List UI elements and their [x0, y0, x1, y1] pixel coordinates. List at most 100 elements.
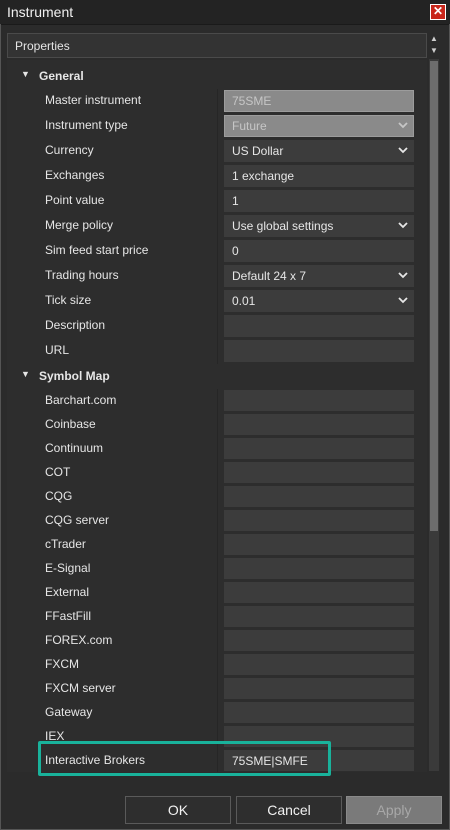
- column-divider: [217, 701, 218, 725]
- property-row: CQG: [7, 485, 427, 509]
- property-label: COT: [45, 465, 71, 479]
- property-label: CQG server: [45, 513, 110, 527]
- column-divider: [217, 389, 218, 413]
- column-divider: [217, 89, 218, 114]
- property-value-field[interactable]: [224, 606, 414, 627]
- property-row: URL: [7, 339, 427, 364]
- property-value-field[interactable]: 0.01: [224, 290, 414, 312]
- scrollbar-thumb[interactable]: [430, 61, 438, 531]
- property-value-field[interactable]: [224, 678, 414, 699]
- chevron-down-icon: [398, 119, 408, 131]
- property-row: FXCM: [7, 653, 427, 677]
- column-divider: [217, 289, 218, 314]
- property-row: E-Signal: [7, 557, 427, 581]
- property-value-field[interactable]: US Dollar: [224, 140, 414, 162]
- property-label: FFastFill: [45, 609, 91, 623]
- ok-button[interactable]: OK: [125, 796, 231, 824]
- property-label: URL: [45, 343, 70, 357]
- property-row: Barchart.com: [7, 389, 427, 413]
- property-value-field[interactable]: 1: [224, 190, 414, 212]
- property-value-field[interactable]: [224, 654, 414, 675]
- properties-header-label: Properties: [15, 39, 70, 53]
- property-value-field[interactable]: [224, 582, 414, 603]
- property-value-field[interactable]: Use global settings: [224, 215, 414, 237]
- property-value-field: Future: [224, 115, 414, 137]
- property-value-field[interactable]: [224, 315, 414, 337]
- property-label: Barchart.com: [45, 393, 117, 407]
- property-row: cTrader: [7, 533, 427, 557]
- property-value-field[interactable]: [224, 534, 414, 555]
- collapse-caret-icon[interactable]: ▼: [21, 69, 30, 79]
- property-value-field[interactable]: Default 24 x 7: [224, 265, 414, 287]
- property-label: Sim feed start price: [45, 243, 149, 257]
- chevron-down-icon[interactable]: [398, 219, 408, 231]
- chevron-down-icon[interactable]: [398, 294, 408, 306]
- scrollbar[interactable]: ▲ ▼: [427, 33, 441, 773]
- property-row: Instrument type Future: [7, 114, 427, 139]
- collapse-caret-icon[interactable]: ▼: [21, 369, 30, 379]
- property-label: Gateway: [45, 705, 93, 719]
- property-label: Master instrument: [45, 93, 142, 107]
- chevron-down-icon[interactable]: [398, 144, 408, 156]
- column-divider: [217, 653, 218, 677]
- column-divider: [217, 437, 218, 461]
- cancel-button[interactable]: Cancel: [236, 796, 342, 824]
- property-row: Currency US Dollar: [7, 139, 427, 164]
- property-label: cTrader: [45, 537, 86, 551]
- property-value-field[interactable]: [224, 414, 414, 435]
- column-divider: [217, 605, 218, 629]
- property-grid: ▼ General Master instrument 75SME Instrument…: [7, 60, 427, 772]
- group-label: General: [39, 69, 84, 83]
- property-row: Point value 1: [7, 189, 427, 214]
- property-value-field[interactable]: 1 exchange: [224, 165, 414, 187]
- property-value-field[interactable]: [224, 558, 414, 579]
- property-row: Trading hours Default 24 x 7: [7, 264, 427, 289]
- property-row: COT: [7, 461, 427, 485]
- property-label: FXCM server: [45, 681, 116, 695]
- scroll-up-icon[interactable]: ▲: [427, 33, 441, 45]
- property-value-field[interactable]: [224, 390, 414, 411]
- property-label: CQG: [45, 489, 73, 503]
- column-divider: [217, 264, 218, 289]
- property-value-field[interactable]: [224, 486, 414, 507]
- property-value: 1: [232, 194, 239, 208]
- property-value: 1 exchange: [232, 169, 295, 183]
- property-row: Description: [7, 314, 427, 339]
- property-label: Instrument type: [45, 118, 128, 132]
- column-divider: [217, 581, 218, 605]
- column-divider: [217, 239, 218, 264]
- column-divider: [217, 214, 218, 239]
- property-value: US Dollar: [232, 144, 284, 158]
- column-divider: [217, 533, 218, 557]
- property-label: FXCM: [45, 657, 79, 671]
- property-row: External: [7, 581, 427, 605]
- property-label: Continuum: [45, 441, 104, 455]
- scroll-down-icon[interactable]: ▼: [427, 45, 441, 57]
- property-label: Trading hours: [45, 268, 119, 282]
- property-value: Use global settings: [232, 219, 334, 233]
- group-general[interactable]: ▼ General: [7, 65, 427, 89]
- column-divider: [217, 677, 218, 701]
- property-value-field[interactable]: [224, 438, 414, 459]
- group-symbol-map[interactable]: ▼ Symbol Map: [7, 365, 427, 389]
- property-value: 75SME: [232, 94, 272, 108]
- chevron-down-icon[interactable]: [398, 269, 408, 281]
- property-label: Point value: [45, 193, 105, 207]
- property-value-field[interactable]: [224, 462, 414, 483]
- apply-button[interactable]: Apply: [346, 796, 442, 824]
- close-icon: ✕: [432, 4, 444, 18]
- property-value-field[interactable]: 0: [224, 240, 414, 262]
- property-row: Gateway: [7, 701, 427, 725]
- property-value-field[interactable]: [224, 340, 414, 362]
- property-value-field[interactable]: [224, 630, 414, 651]
- close-button[interactable]: ✕: [430, 4, 446, 20]
- property-value-field[interactable]: [224, 510, 414, 531]
- property-row: Coinbase: [7, 413, 427, 437]
- property-value: 0.01: [232, 294, 256, 308]
- property-label: Tick size: [45, 293, 92, 307]
- property-label: E-Signal: [45, 561, 91, 575]
- property-row: FFastFill: [7, 605, 427, 629]
- window-title: Instrument: [7, 4, 74, 20]
- property-value-field[interactable]: [224, 702, 414, 723]
- column-divider: [217, 314, 218, 339]
